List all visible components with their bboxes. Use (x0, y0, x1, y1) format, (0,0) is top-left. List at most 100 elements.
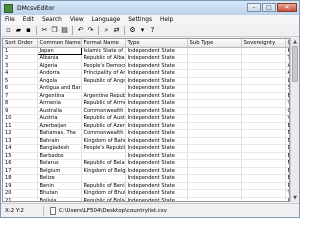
table-cell[interactable] (241, 137, 286, 145)
table-cell[interactable]: Bolivia (37, 197, 82, 201)
table-cell[interactable]: Republic of Armenia (81, 99, 126, 108)
column-header[interactable]: Common Name (37, 39, 82, 48)
table-cell[interactable]: Independent State (125, 77, 188, 85)
table-cell[interactable]: Independent State (125, 62, 188, 70)
table-cell[interactable]: Kingdom of Bhutan (81, 189, 126, 198)
settings-icon[interactable]: ⚙ (128, 26, 137, 35)
table-cell[interactable] (241, 114, 286, 123)
help-icon[interactable]: ? (148, 26, 157, 35)
table-cell[interactable] (187, 182, 242, 190)
table-cell[interactable]: Benin (37, 182, 82, 190)
table-cell[interactable]: 3 (3, 62, 38, 70)
table-cell[interactable]: Republic of Bolivia (81, 197, 126, 201)
data-grid[interactable]: Sort Order Common Name Formal Name Type Sub … (2, 38, 290, 202)
table-cell[interactable]: 14 (3, 144, 38, 153)
table-cell[interactable] (241, 47, 286, 55)
table-cell[interactable] (187, 47, 242, 55)
table-cell[interactable] (241, 122, 286, 130)
table-cell[interactable] (187, 174, 242, 183)
table-cell[interactable]: Independent State (125, 129, 188, 138)
table-cell[interactable] (241, 62, 286, 70)
open-folder-icon[interactable]: ▰ (14, 26, 23, 35)
table-cell[interactable] (187, 84, 242, 93)
table-cell[interactable]: People's Republic of (81, 144, 126, 153)
table-cell[interactable]: Algeria (37, 62, 82, 70)
save-icon[interactable]: ▪ (24, 26, 33, 35)
table-cell[interactable]: Belize (37, 174, 82, 183)
table-cell[interactable] (187, 54, 242, 63)
table-cell[interactable] (187, 114, 242, 123)
table-cell[interactable]: Barbados (37, 152, 82, 160)
table-cell[interactable]: 12 (3, 129, 38, 138)
table-cell[interactable] (187, 159, 242, 168)
table-cell[interactable] (187, 152, 242, 160)
menu-view[interactable]: View (66, 15, 88, 25)
table-cell[interactable]: Commonwealth of Au (81, 107, 126, 115)
table-cell[interactable]: 2 (3, 54, 38, 63)
new-file-icon[interactable]: ▫ (4, 26, 13, 35)
table-cell[interactable]: Independent State (125, 69, 188, 78)
table-cell[interactable]: 20 (3, 189, 38, 198)
column-header[interactable]: Sort Order (3, 39, 38, 48)
table-cell[interactable]: 13 (3, 137, 38, 145)
table-cell[interactable]: 7 (3, 92, 38, 100)
undo-icon[interactable]: ↶ (76, 26, 85, 35)
table-cell[interactable]: Andorra (37, 69, 82, 78)
table-cell[interactable]: Independent State (125, 137, 188, 145)
table-cell[interactable]: 6 (3, 84, 38, 93)
table-cell[interactable]: 16 (3, 159, 38, 168)
table-cell[interactable] (241, 84, 286, 93)
table-cell[interactable]: Independent State (125, 182, 188, 190)
table-cell[interactable] (241, 129, 286, 138)
table-cell[interactable]: Independent State (125, 54, 188, 63)
table-cell[interactable] (81, 174, 126, 183)
table-cell[interactable]: Republic of Benin (81, 182, 126, 190)
table-cell[interactable]: Independent State (125, 47, 188, 55)
column-header[interactable]: Type (125, 39, 188, 48)
table-cell[interactable]: Kingdom of Belgium (81, 167, 126, 175)
table-cell[interactable]: 5 (3, 77, 38, 85)
menu-file[interactable]: File (1, 15, 19, 25)
table-cell[interactable]: Bhutan (37, 189, 82, 198)
table-cell[interactable]: 10 (3, 114, 38, 123)
table-cell[interactable] (241, 159, 286, 168)
table-cell[interactable]: Independent State (125, 189, 188, 198)
table-cell[interactable] (241, 92, 286, 100)
table-cell[interactable] (187, 189, 242, 198)
table-cell[interactable] (187, 137, 242, 145)
table-cell[interactable]: Republic of Albania (81, 54, 126, 63)
table-cell[interactable] (241, 77, 286, 85)
table-cell[interactable] (187, 62, 242, 70)
table-cell[interactable] (187, 77, 242, 85)
table-cell[interactable]: Independent State (125, 174, 188, 183)
minimize-button[interactable]: – (247, 3, 261, 12)
table-cell[interactable]: 19 (3, 182, 38, 190)
copy-icon[interactable]: ❐ (50, 26, 59, 35)
table-cell[interactable]: Republic of Austria (81, 114, 126, 123)
table-cell[interactable]: Azerbaijan (37, 122, 82, 130)
table-cell[interactable] (81, 84, 126, 93)
table-cell[interactable]: Australia (37, 107, 82, 115)
title-bar[interactable]: DMcsvEditor – □ ✕ (1, 1, 299, 15)
table-cell[interactable] (241, 174, 286, 183)
table-cell[interactable] (187, 92, 242, 100)
table-cell[interactable]: Bangladesh (37, 144, 82, 153)
column-header[interactable]: Formal Name (81, 39, 126, 48)
table-cell[interactable]: Independent State (125, 159, 188, 168)
table-cell[interactable]: Independent State (125, 144, 188, 153)
table-cell[interactable] (241, 189, 286, 198)
table-cell[interactable] (187, 122, 242, 130)
table-cell[interactable] (241, 54, 286, 63)
menu-help[interactable]: Help (156, 15, 177, 25)
close-button[interactable]: ✕ (277, 3, 297, 12)
table-cell[interactable]: People's Democratic (81, 62, 126, 70)
maximize-button[interactable]: □ (262, 3, 276, 12)
table-cell[interactable]: Albania (37, 54, 82, 63)
table-cell[interactable]: Argentine Republic (81, 92, 126, 100)
table-cell[interactable]: Independent State (125, 152, 188, 160)
table-cell[interactable]: Bahrain (37, 137, 82, 145)
table-cell[interactable]: Independent State (125, 114, 188, 123)
table-cell[interactable] (241, 152, 286, 160)
menu-settings[interactable]: Settings (124, 15, 156, 25)
table-cell[interactable] (241, 99, 286, 108)
